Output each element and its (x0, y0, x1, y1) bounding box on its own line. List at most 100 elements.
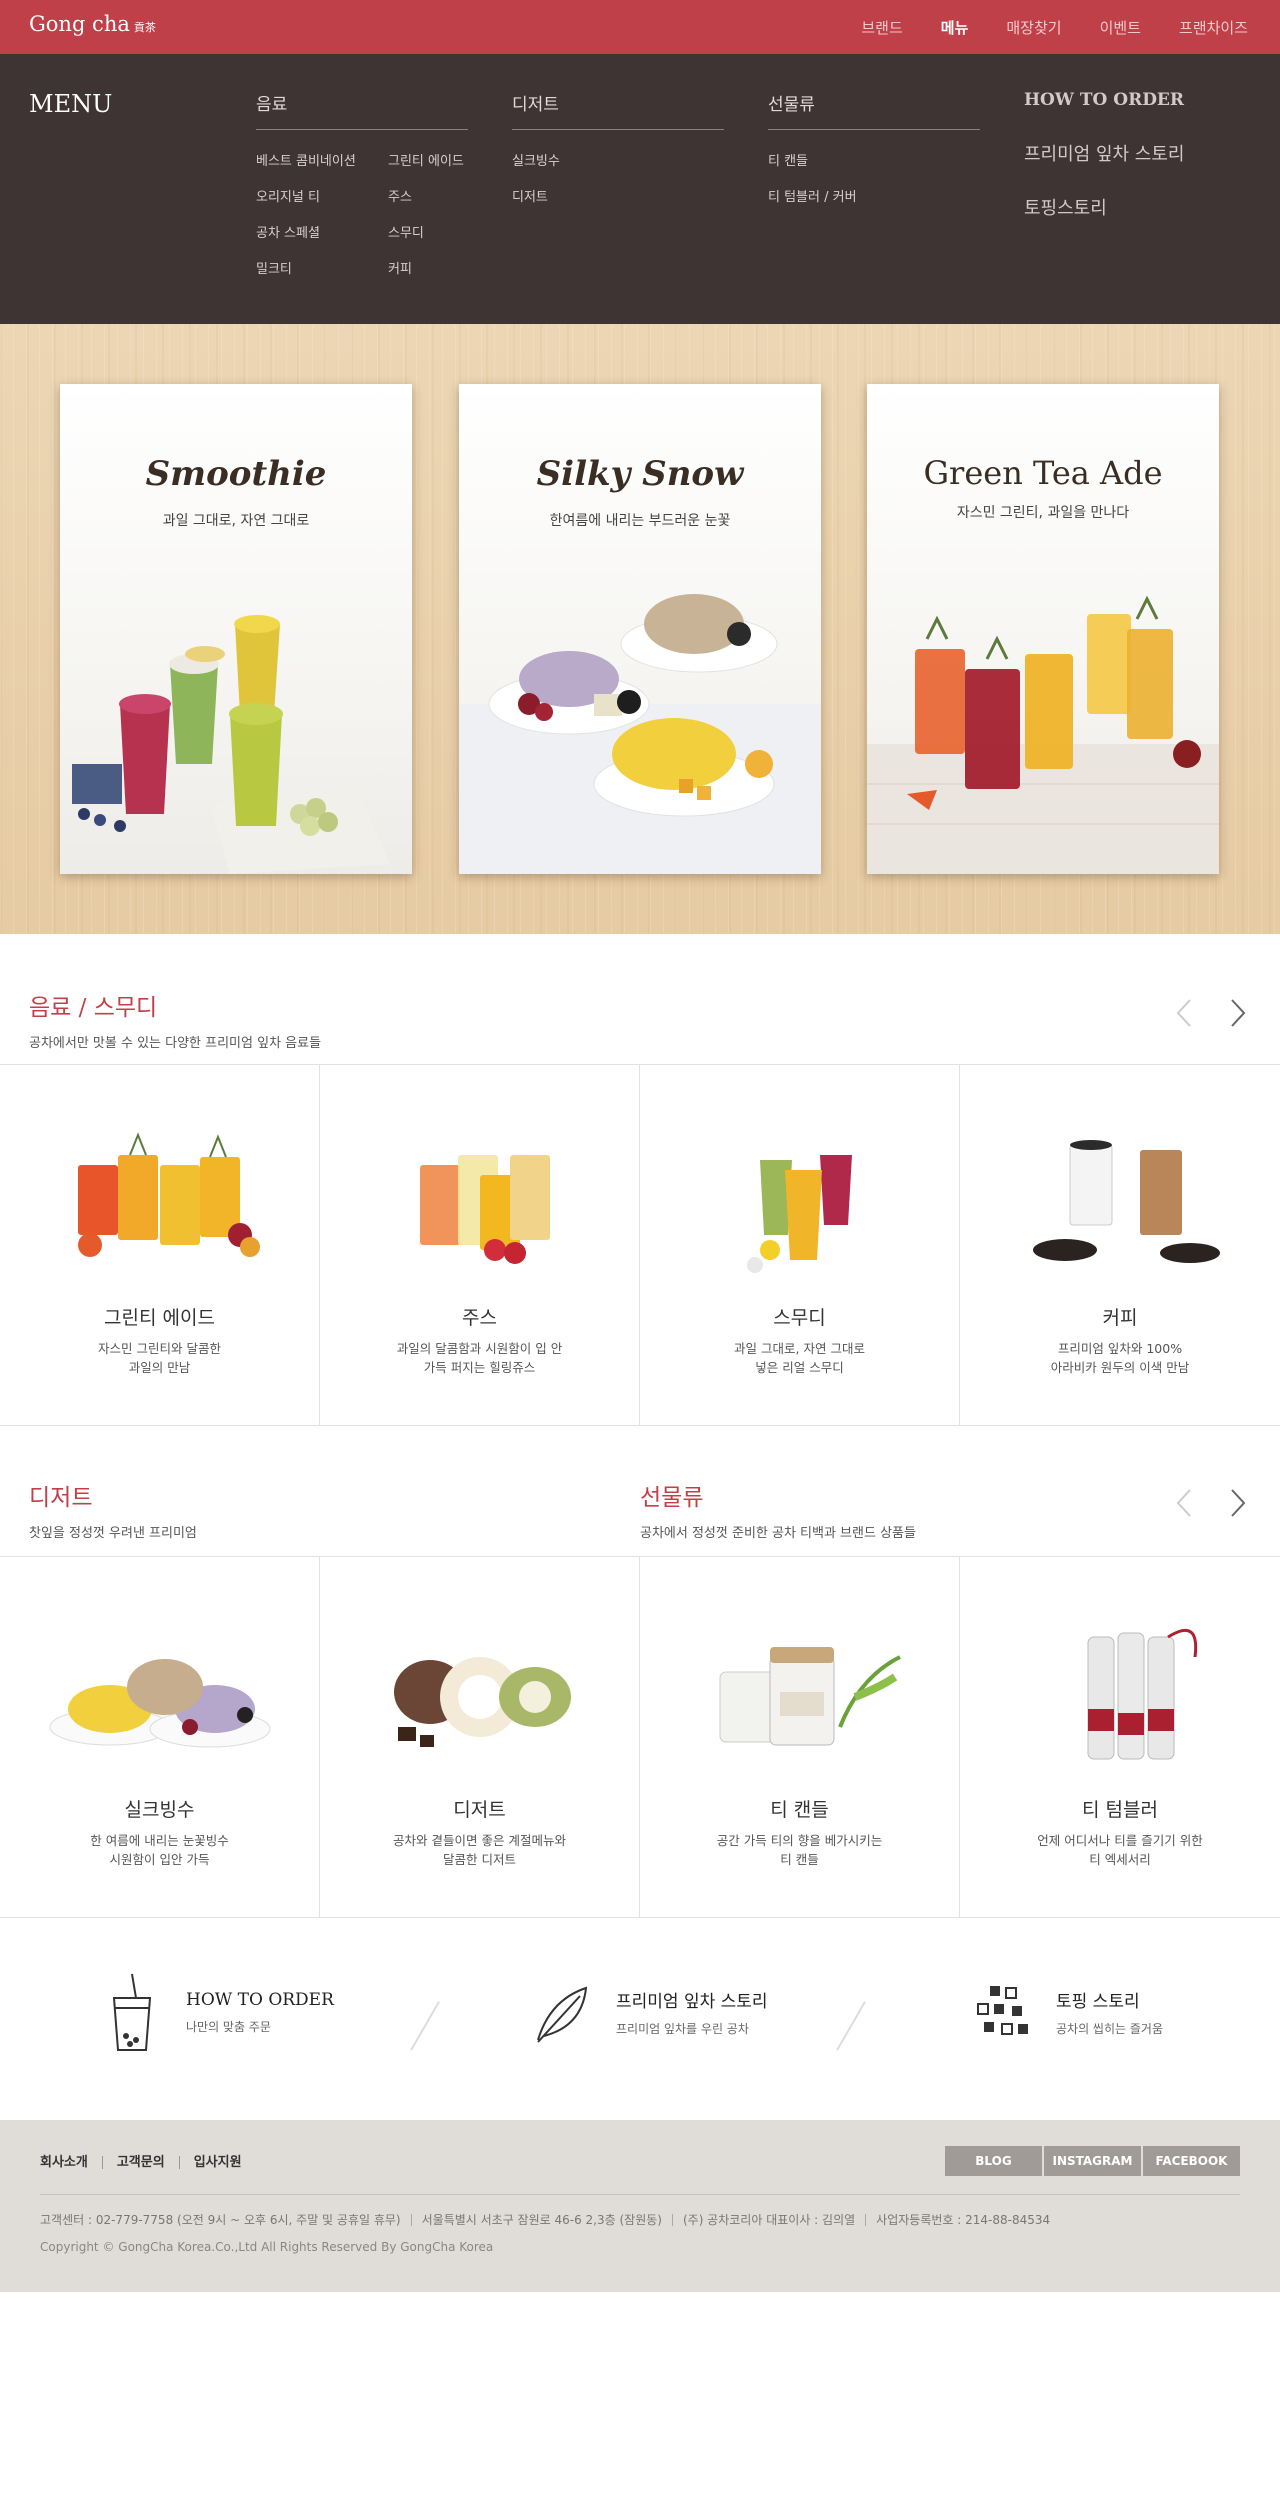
instagram-button[interactable]: INSTAGRAM (1044, 2146, 1141, 2176)
product-description-line: 달콤한 디저트 (443, 1852, 516, 1867)
menu-item-tea-tumbler[interactable]: 티 텀블러 / 커버 (768, 186, 980, 205)
menu-column-title[interactable]: 음료 (256, 90, 468, 130)
menu-column-title[interactable]: 디저트 (512, 90, 724, 130)
quick-link-description: 프리미엄 잎차를 우린 공차 (616, 2022, 749, 2036)
product-description: 자스민 그린티와 달콤한 과일의 만남 (30, 1339, 289, 1377)
product-description-line: 가득 퍼지는 힐링쥬스 (423, 1360, 536, 1375)
menu-item-dessert[interactable]: 디저트 (512, 186, 724, 205)
nav-brand[interactable]: 브랜드 (861, 17, 902, 38)
promo-card-title: Silky Snow (536, 454, 744, 494)
product-name: 티 텀블러 (1082, 1799, 1158, 1821)
menu-column-title[interactable]: 선물류 (768, 90, 980, 130)
product-card-silk-bingsu[interactable]: 실크빙수 한 여름에 내리는 눈꽃빙수 시원함이 입안 가득 (0, 1557, 320, 1917)
menu-item-gongcha-special[interactable]: 공차 스페셜 (256, 222, 388, 241)
facebook-button[interactable]: FACEBOOK (1143, 2146, 1240, 2176)
product-description: 한 여름에 내리는 눈꽃빙수 시원함이 입안 가득 (30, 1831, 289, 1869)
logo[interactable]: Gong cha 貢茶 (29, 12, 156, 36)
product-description: 언제 어디서나 티를 즐기기 위한 티 엑세서리 (990, 1831, 1250, 1869)
menu-link-how-to-order[interactable]: HOW TO ORDER (1024, 90, 1184, 110)
ceo-info: (주) 공차코리아 대표이사 : 김의열 (671, 2214, 865, 2226)
section-title: 디저트 (29, 1485, 93, 1511)
smoothie-thumbnail (746, 1155, 852, 1273)
leaf-icon (537, 1986, 588, 2043)
drinks-section-header: 음료 / 스무디 공차에서만 맛볼 수 있는 다양한 프리미엄 잎차 음료들 (29, 988, 321, 1051)
quick-link-how-to-order[interactable]: HOW TO ORDER 나만의 맞춤 주문 (100, 1970, 334, 2054)
product-description-line: 아라비카 원두의 이색 만남 (1050, 1360, 1190, 1375)
menu-item-silk-bingsu[interactable]: 실크빙수 (512, 150, 724, 169)
promo-card-green-tea-ade[interactable]: Green Tea Ade 자스민 그린티, 과일을 만나다 (867, 384, 1219, 874)
menu-column-dessert: 디저트 실크빙수 디저트 (512, 90, 724, 205)
dessert-section-header: 디저트 찻잎을 정성껏 우려낸 프리미엄 (29, 1478, 197, 1541)
next-arrow-icon[interactable] (1224, 998, 1250, 1028)
footer-divider (40, 2194, 1240, 2195)
menu-item-tea-candle[interactable]: 티 캔들 (768, 150, 980, 169)
product-description: 공간 가득 티의 향을 베가시키는 티 캔들 (670, 1831, 929, 1869)
quick-link-title: 프리미엄 잎차 스토리 (616, 1992, 768, 2012)
product-name: 디저트 (453, 1799, 506, 1821)
product-description-line: 한 여름에 내리는 눈꽃빙수 (90, 1833, 229, 1848)
quick-links: HOW TO ORDER 나만의 맞춤 주문 프리미엄 잎차 스토리 프리미엄 … (0, 1920, 1280, 2120)
nav-event[interactable]: 이벤트 (1100, 17, 1141, 38)
product-name: 스무디 (773, 1307, 826, 1329)
divider (836, 2001, 866, 2051)
product-card-coffee[interactable]: 커피 프리미엄 잎차와 100% 아라비카 원두의 이색 만남 (960, 1065, 1280, 1425)
customer-center-info: 고객센터 : 02-779-7758 (오전 9시 ~ 오후 6시, 주말 및 … (40, 2213, 401, 2227)
product-card-smoothie[interactable]: 스무디 과일 그대로, 자연 그대로 넣은 리얼 스무디 (640, 1065, 960, 1425)
menu-column-gifts: 선물류 티 캔들 티 텀블러 / 커버 (768, 90, 980, 205)
product-card-tea-tumbler[interactable]: 티 텀블러 언제 어디서나 티를 즐기기 위한 티 엑세서리 (960, 1557, 1280, 1917)
product-card-tea-candle[interactable]: 티 캔들 공간 가득 티의 향을 베가시키는 티 캔들 (640, 1557, 960, 1917)
menu-item-best-combination[interactable]: 베스트 콤비네이션 (256, 150, 388, 169)
menu-item-juice[interactable]: 주스 (388, 186, 468, 205)
bubble-tea-icon (112, 1973, 152, 2051)
nav-franchise[interactable]: 프랜차이즈 (1179, 17, 1248, 38)
menu-item-milk-tea[interactable]: 밀크티 (256, 258, 388, 277)
prev-arrow-icon[interactable] (1172, 998, 1198, 1028)
footer-link-customer-inquiry[interactable]: 고객문의 (101, 2156, 179, 2169)
gifts-section-header: 선물류 공차에서 정성껏 준비한 공차 티백과 브랜드 상품들 (640, 1478, 916, 1541)
menu-column-drinks: 음료 베스트 콤비네이션 그린티 에이드 오리지널 티 주스 공차 스페셜 스무… (256, 90, 468, 277)
mega-menu: MENU 음료 베스트 콤비네이션 그린티 에이드 오리지널 티 주스 공차 스… (0, 54, 1280, 324)
footer-links: 회사소개 고객문의 입사지원 (40, 2156, 256, 2169)
product-name: 실크빙수 (124, 1799, 195, 1821)
promo-card-subtitle: 과일 그대로, 자연 그대로 (162, 513, 310, 529)
product-description-line: 넣은 리얼 스무디 (755, 1360, 844, 1375)
footer-link-careers[interactable]: 입사지원 (178, 2156, 256, 2169)
menu-link-premium-tea-story[interactable]: 프리미엄 잎차 스토리 (1024, 140, 1184, 166)
quick-link-title: HOW TO ORDER (186, 1989, 334, 2010)
product-description: 과일 그대로, 자연 그대로 넣은 리얼 스무디 (670, 1339, 929, 1377)
product-name: 주스 (462, 1307, 497, 1329)
menu-item-coffee[interactable]: 커피 (388, 258, 468, 277)
promo-card-title: Green Tea Ade (923, 454, 1163, 492)
product-card-dessert[interactable]: 디저트 공차와 곁들이면 좋은 계절메뉴와 달콤한 디저트 (320, 1557, 640, 1917)
product-card-green-tea-ade[interactable]: 그린티 에이드 자스민 그린티와 달콤한 과일의 만남 (0, 1065, 320, 1425)
menu-link-topping-story[interactable]: 토핑스토리 (1024, 194, 1184, 220)
menu-item-original-tea[interactable]: 오리지널 티 (256, 186, 388, 205)
smoothie-image (72, 615, 390, 874)
product-name: 커피 (1102, 1307, 1138, 1329)
footer: 회사소개 고객문의 입사지원 BLOG INSTAGRAM FACEBOOK 고… (0, 2120, 1280, 2292)
nav-store-finder[interactable]: 매장찾기 (1006, 17, 1061, 38)
promo-card-smoothie[interactable]: Smoothie 과일 그대로, 자연 그대로 (60, 384, 412, 874)
product-card-juice[interactable]: 주스 과일의 달콤함과 시원함이 입 안 가득 퍼지는 힐링쥬스 (320, 1065, 640, 1425)
footer-link-company[interactable]: 회사소개 (40, 2156, 102, 2169)
menu-item-smoothie[interactable]: 스무디 (388, 222, 468, 241)
quick-link-premium-tea-story[interactable]: 프리미엄 잎차 스토리 프리미엄 잎차를 우린 공차 (530, 1970, 768, 2054)
product-name: 그린티 에이드 (104, 1307, 215, 1329)
product-description-line: 공간 가득 티의 향을 베가시키는 (716, 1833, 883, 1848)
product-description-line: 언제 어디서나 티를 즐기기 위한 (1037, 1833, 1203, 1848)
section-description: 찻잎을 정성껏 우려낸 프리미엄 (29, 1526, 197, 1541)
green-tea-ade-image (867, 595, 1219, 874)
drinks-grid: 그린티 에이드 자스민 그린티와 달콤한 과일의 만남 주스 과일의 달콤함과 … (0, 1064, 1280, 1426)
green-tea-ade-thumbnail (77, 1132, 260, 1257)
product-description-line: 티 캔들 (780, 1852, 819, 1867)
coffee-thumbnail (1033, 1140, 1220, 1263)
nav-menu[interactable]: 메뉴 (941, 17, 969, 38)
prev-arrow-icon[interactable] (1172, 1488, 1198, 1518)
next-arrow-icon[interactable] (1224, 1488, 1250, 1518)
menu-item-green-tea-ade[interactable]: 그린티 에이드 (388, 150, 468, 169)
blog-button[interactable]: BLOG (945, 2146, 1042, 2176)
divider (410, 2001, 440, 2051)
section-description: 공차에서만 맛볼 수 있는 다양한 프리미엄 잎차 음료들 (29, 1036, 322, 1051)
promo-card-silky-snow[interactable]: Silky Snow 한여름에 내리는 부드러운 눈꽃 (459, 384, 821, 874)
quick-link-topping-story[interactable]: 토핑 스토리 공차의 씹히는 즐거움 (970, 1970, 1163, 2054)
